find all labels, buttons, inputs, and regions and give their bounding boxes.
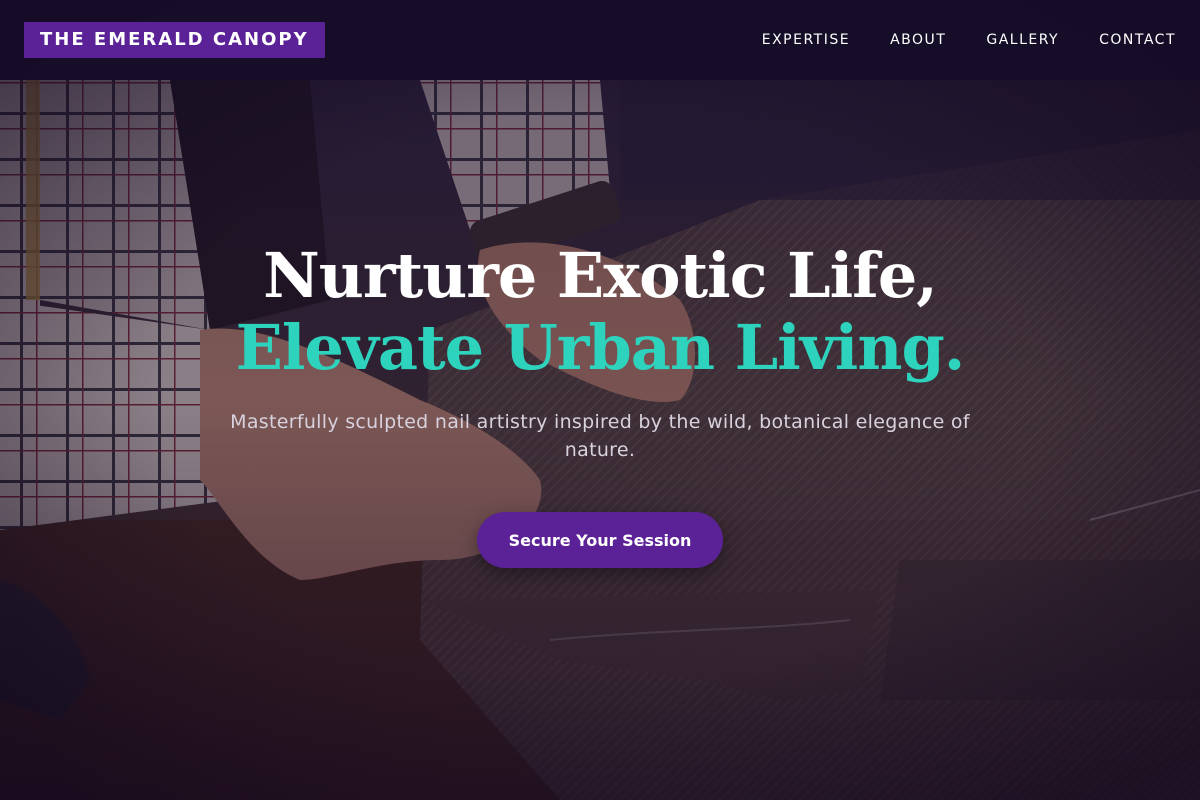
headline-line-2: Elevate Urban Living. <box>235 311 966 384</box>
page: THE EMERALD CANOPY EXPERTISE ABOUT GALLE… <box>0 0 1200 800</box>
main-nav: EXPERTISE ABOUT GALLERY CONTACT <box>762 32 1176 48</box>
headline-line-1: Nurture Exotic Life, <box>263 239 938 312</box>
nav-link-expertise[interactable]: EXPERTISE <box>762 32 850 48</box>
nav-link-contact[interactable]: CONTACT <box>1099 32 1176 48</box>
hero-subtitle: Masterfully sculpted nail artistry inspi… <box>230 411 970 461</box>
brand-logo[interactable]: THE EMERALD CANOPY <box>24 22 325 58</box>
hero-headline: Nurture Exotic Life, Elevate Urban Livin… <box>0 240 1200 384</box>
site-header: THE EMERALD CANOPY EXPERTISE ABOUT GALLE… <box>0 0 1200 80</box>
nav-link-about[interactable]: ABOUT <box>890 32 946 48</box>
hero-section: Nurture Exotic Life, Elevate Urban Livin… <box>0 240 1200 568</box>
secure-session-button[interactable]: Secure Your Session <box>477 512 723 568</box>
nav-link-gallery[interactable]: GALLERY <box>986 32 1059 48</box>
